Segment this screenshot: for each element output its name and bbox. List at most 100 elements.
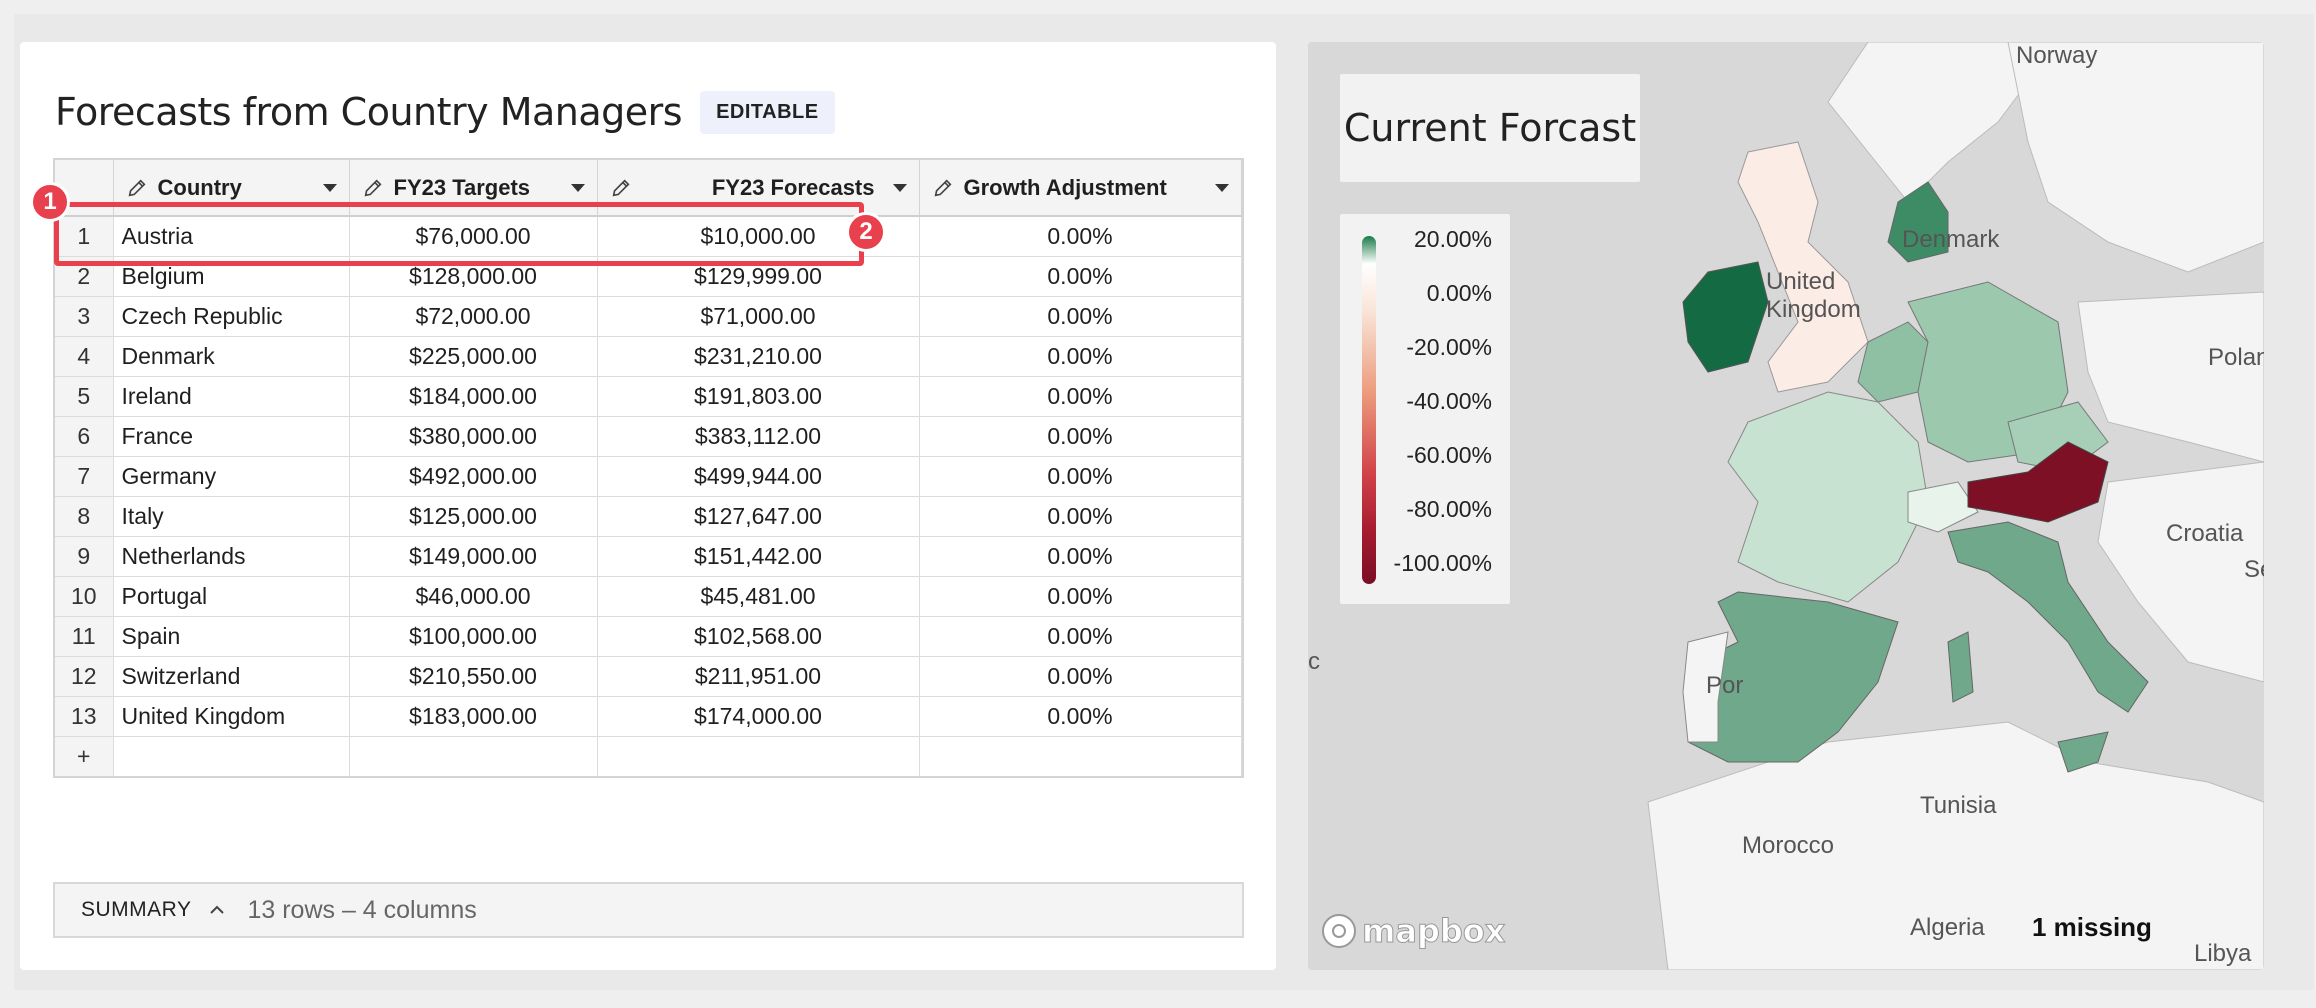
- forecast-cell[interactable]: $174,000.00: [597, 696, 920, 737]
- growth-cell[interactable]: 0.00%: [919, 536, 1242, 577]
- table-row[interactable]: 7 Germany $492,000.00 $499,944.00 0.00%: [55, 456, 1242, 497]
- table-row[interactable]: 6 France $380,000.00 $383,112.00 0.00%: [55, 416, 1242, 457]
- country-cell[interactable]: Germany: [113, 456, 350, 497]
- country-cell[interactable]: Italy: [113, 496, 350, 537]
- empty-cell[interactable]: [597, 736, 920, 776]
- growth-cell[interactable]: 0.00%: [919, 576, 1242, 617]
- chevron-up-icon[interactable]: [207, 900, 227, 920]
- forecast-cell[interactable]: $151,442.00: [597, 536, 920, 577]
- growth-cell[interactable]: 0.00%: [919, 656, 1242, 697]
- growth-cell[interactable]: 0.00%: [919, 416, 1242, 457]
- table-row[interactable]: 11 Spain $100,000.00 $102,568.00 0.00%: [55, 616, 1242, 657]
- forecast-cell[interactable]: $102,568.00: [597, 616, 920, 657]
- editable-badge[interactable]: EDITABLE: [700, 90, 835, 134]
- column-label: FY23 Forecasts: [711, 174, 875, 200]
- empty-cell[interactable]: [919, 736, 1242, 776]
- target-cell[interactable]: $183,000.00: [349, 696, 598, 737]
- map-label-norway: Norway: [2016, 42, 2098, 69]
- country-cell[interactable]: Denmark: [113, 336, 350, 377]
- forecast-cell[interactable]: $191,803.00: [597, 376, 920, 417]
- column-label: FY23 Targets: [393, 174, 531, 200]
- country-cell[interactable]: Ireland: [113, 376, 350, 417]
- target-cell[interactable]: $492,000.00: [349, 456, 598, 497]
- growth-cell[interactable]: 0.00%: [919, 256, 1242, 297]
- pencil-icon: [128, 178, 146, 196]
- country-cell[interactable]: United Kingdom: [113, 696, 350, 737]
- column-header-growth-adjustment[interactable]: Growth Adjustment: [919, 160, 1242, 217]
- target-cell[interactable]: $100,000.00: [349, 616, 598, 657]
- growth-cell[interactable]: 0.00%: [919, 696, 1242, 737]
- row-index: 13: [55, 696, 114, 737]
- pencil-icon: [612, 178, 630, 196]
- legend-tick: -100.00%: [1393, 550, 1492, 576]
- growth-cell[interactable]: 0.00%: [919, 616, 1242, 657]
- forecast-cell[interactable]: $45,481.00: [597, 576, 920, 617]
- target-cell[interactable]: $149,000.00: [349, 536, 598, 577]
- growth-cell[interactable]: 0.00%: [919, 456, 1242, 497]
- add-row[interactable]: +: [55, 736, 1242, 776]
- column-label: Growth Adjustment: [963, 174, 1167, 200]
- caret-down-icon[interactable]: [892, 183, 907, 192]
- target-cell[interactable]: $380,000.00: [349, 416, 598, 457]
- legend-tick: -80.00%: [1406, 496, 1492, 522]
- forecast-cell[interactable]: $383,112.00: [597, 416, 920, 457]
- target-cell[interactable]: $225,000.00: [349, 336, 598, 377]
- country-cell[interactable]: Switzerland: [113, 656, 350, 697]
- row-index: 10: [55, 576, 114, 617]
- map-label-croatia: Croatia: [2166, 520, 2244, 547]
- country-cell[interactable]: France: [113, 416, 350, 457]
- target-cell[interactable]: $210,550.00: [349, 656, 598, 697]
- caret-down-icon[interactable]: [322, 183, 337, 192]
- mapbox-icon: [1322, 914, 1356, 948]
- annotation-marker-1: 1: [30, 182, 70, 222]
- growth-cell[interactable]: 0.00%: [919, 296, 1242, 337]
- target-cell[interactable]: $72,000.00: [349, 296, 598, 337]
- row-index: 6: [55, 416, 114, 457]
- table-row[interactable]: 5 Ireland $184,000.00 $191,803.00 0.00%: [55, 376, 1242, 417]
- summary-bar[interactable]: SUMMARY 13 rows – 4 columns: [53, 882, 1244, 938]
- target-cell[interactable]: $46,000.00: [349, 576, 598, 617]
- forecast-cell[interactable]: $231,210.00: [597, 336, 920, 377]
- pencil-icon: [934, 178, 952, 196]
- table-row[interactable]: 9 Netherlands $149,000.00 $151,442.00 0.00%: [55, 536, 1242, 577]
- table-row[interactable]: 12 Switzerland $210,550.00 $211,951.00 0.00%: [55, 656, 1242, 697]
- country-cell[interactable]: Spain: [113, 616, 350, 657]
- forecast-cell[interactable]: $211,951.00: [597, 656, 920, 697]
- caret-down-icon[interactable]: [1214, 183, 1229, 192]
- map-label-algeria: Algeria: [1910, 914, 1985, 941]
- map-label-poland: Polan: [2208, 344, 2264, 371]
- country-cell[interactable]: Portugal: [113, 576, 350, 617]
- table-row[interactable]: 8 Italy $125,000.00 $127,647.00 0.00%: [55, 496, 1242, 537]
- growth-cell[interactable]: 0.00%: [919, 376, 1242, 417]
- growth-cell[interactable]: 0.00%: [919, 496, 1242, 537]
- missing-count[interactable]: 1 missing: [2032, 912, 2152, 943]
- caret-down-icon[interactable]: [570, 183, 585, 192]
- table-row[interactable]: 10 Portugal $46,000.00 $45,481.00 0.00%: [55, 576, 1242, 617]
- forecast-cell[interactable]: $499,944.00: [597, 456, 920, 497]
- empty-cell[interactable]: [113, 736, 350, 776]
- growth-cell[interactable]: 0.00%: [919, 216, 1242, 257]
- table-body: 1 Austria $76,000.00 $10,000.00 0.00% 2 Belgiu…: [55, 216, 1242, 776]
- panel-header: Forecasts from Country Managers EDITABLE: [55, 87, 835, 137]
- map-label-serbia: Se: [2244, 556, 2264, 583]
- target-cell[interactable]: $184,000.00: [349, 376, 598, 417]
- summary-label: SUMMARY: [81, 898, 192, 921]
- forecast-cell[interactable]: $127,647.00: [597, 496, 920, 537]
- add-row-button[interactable]: +: [55, 736, 114, 776]
- annotation-marker-2: 2: [846, 212, 886, 252]
- growth-cell[interactable]: 0.00%: [919, 336, 1242, 377]
- forecast-table-panel: Forecasts from Country Managers EDITABLE…: [20, 42, 1276, 970]
- column-label: Country: [157, 174, 242, 200]
- empty-cell[interactable]: [349, 736, 598, 776]
- map-panel[interactable]: Current Forcast 20.00% 0.00% -20.00% -40…: [1308, 42, 2264, 970]
- table-row[interactable]: 4 Denmark $225,000.00 $231,210.00 0.00%: [55, 336, 1242, 377]
- country-cell[interactable]: Czech Republic: [113, 296, 350, 337]
- mapbox-logo[interactable]: mapbox: [1320, 912, 1506, 951]
- target-cell[interactable]: $125,000.00: [349, 496, 598, 537]
- country-cell[interactable]: Netherlands: [113, 536, 350, 577]
- map-label-libya: Libya: [2194, 940, 2252, 967]
- table-row[interactable]: 13 United Kingdom $183,000.00 $174,000.00 0.…: [55, 696, 1242, 737]
- table-row[interactable]: 3 Czech Republic $72,000.00 $71,000.00 0.00%: [55, 296, 1242, 337]
- forecast-cell[interactable]: $71,000.00: [597, 296, 920, 337]
- map-title-box: Current Forcast: [1340, 74, 1640, 182]
